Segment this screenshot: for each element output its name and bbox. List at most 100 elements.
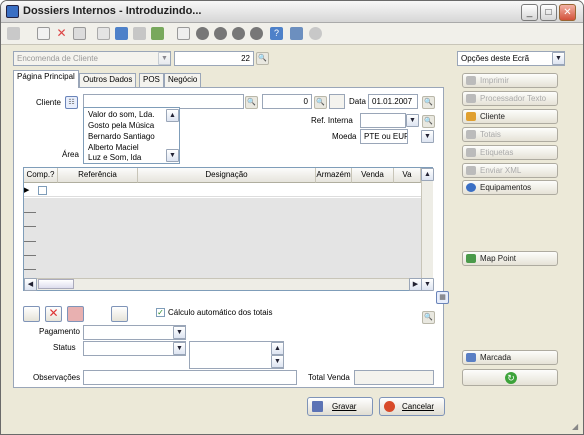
- ref-interna-field[interactable]: [360, 113, 406, 128]
- previous-record-icon[interactable]: [214, 27, 227, 40]
- toolbar: ✕ ?: [1, 23, 583, 45]
- client-number-field[interactable]: 0: [262, 94, 312, 109]
- column-header[interactable]: Designação: [138, 168, 316, 183]
- list-item[interactable]: Bernardo Santiago: [88, 132, 155, 142]
- search-icon[interactable]: 🔍: [422, 311, 435, 324]
- observacoes-field[interactable]: [83, 370, 297, 385]
- chevron-down-icon[interactable]: ▼: [421, 130, 434, 143]
- scroll-down-icon[interactable]: ▼: [421, 278, 434, 291]
- app-window: Dossiers Internos - Introduzindo... _ □ …: [0, 0, 584, 435]
- delete-icon[interactable]: ✕: [55, 27, 68, 40]
- copy-icon[interactable]: [73, 27, 86, 40]
- go-button[interactable]: ↻: [462, 369, 558, 386]
- preview-icon[interactable]: [177, 27, 190, 40]
- document-type-select[interactable]: Encomenda de Cliente: [13, 51, 171, 66]
- help-icon[interactable]: ?: [270, 27, 283, 40]
- scroll-down-icon[interactable]: ▼: [271, 355, 284, 368]
- add-line-icon[interactable]: [23, 306, 40, 322]
- client-list-icon[interactable]: ☷: [65, 96, 78, 109]
- close-button[interactable]: ✕: [559, 4, 576, 21]
- search-icon[interactable]: 🔍: [245, 96, 258, 109]
- new-document-icon[interactable]: [37, 27, 50, 40]
- processador-texto-button[interactable]: Processador Texto: [462, 91, 558, 106]
- list-item[interactable]: Gosto pela Música: [88, 121, 154, 131]
- marcada-button[interactable]: Marcada: [462, 350, 558, 365]
- database-icon[interactable]: [115, 27, 128, 40]
- refresh-icon[interactable]: [309, 27, 322, 40]
- copy-line-icon[interactable]: [111, 306, 128, 322]
- column-header[interactable]: Venda: [352, 168, 394, 183]
- screen-options-select[interactable]: Opções deste Ecrã: [457, 51, 565, 66]
- scroll-right-icon[interactable]: ▶: [409, 278, 422, 291]
- tools-icon[interactable]: [290, 27, 303, 40]
- scroll-up-icon[interactable]: ▲: [421, 168, 434, 181]
- document-number-field[interactable]: 22: [174, 51, 254, 66]
- list-item[interactable]: Valor do som, Lda.: [88, 110, 155, 120]
- first-record-icon[interactable]: [196, 27, 209, 40]
- tab-outros-dados[interactable]: Outros Dados: [79, 73, 137, 87]
- row-pointer-icon: ▶: [24, 187, 30, 194]
- empty-rows-area: [24, 198, 421, 278]
- imprimir-button[interactable]: Imprimir: [462, 73, 558, 88]
- tab-pos[interactable]: POS: [139, 73, 164, 87]
- client-extra-field[interactable]: [329, 94, 345, 109]
- tab-negocio[interactable]: Negócio: [164, 73, 202, 87]
- cliente-button[interactable]: Cliente: [462, 109, 558, 124]
- status-notes-field[interactable]: [189, 341, 284, 369]
- pagamento-select[interactable]: [83, 325, 186, 340]
- scroll-left-icon[interactable]: ◀: [24, 278, 37, 291]
- scroll-down-icon[interactable]: ▼: [166, 149, 179, 162]
- moeda-select[interactable]: PTE ou EURO: [360, 129, 408, 144]
- column-header[interactable]: Va: [394, 168, 421, 183]
- chevron-down-icon[interactable]: ▼: [552, 52, 565, 65]
- tab-pagina-principal[interactable]: Página Principal: [13, 70, 79, 88]
- chevron-down-icon[interactable]: ▼: [173, 326, 186, 339]
- table-row[interactable]: [24, 184, 421, 197]
- auto-calc-checkbox[interactable]: ✓: [156, 308, 165, 317]
- date-field[interactable]: 01.01.2007: [368, 94, 418, 109]
- grid-options-icon[interactable]: ▦: [436, 291, 449, 304]
- maximize-button[interactable]: □: [540, 4, 557, 21]
- cliente-button-label: Cliente: [480, 112, 505, 121]
- comp-checkbox[interactable]: [38, 186, 47, 195]
- scrollbar-thumb[interactable]: [38, 279, 74, 289]
- search-icon[interactable]: 🔍: [422, 115, 435, 128]
- next-record-icon[interactable]: [232, 27, 245, 40]
- map-point-button[interactable]: Map Point: [462, 251, 558, 266]
- vertical-scrollbar[interactable]: [421, 168, 433, 278]
- equipamentos-button[interactable]: Equipamentos: [462, 180, 558, 195]
- totais-button[interactable]: Totais: [462, 127, 558, 142]
- search-icon[interactable]: 🔍: [314, 96, 327, 109]
- resize-grip-icon[interactable]: ◢: [572, 422, 582, 432]
- scroll-up-icon[interactable]: ▲: [271, 342, 284, 355]
- etiquetas-label: Etiquetas: [480, 148, 514, 157]
- export-icon[interactable]: [151, 27, 164, 40]
- list-item[interactable]: Luz e Som, lda: [88, 153, 141, 163]
- eraser-icon[interactable]: [67, 306, 84, 322]
- last-record-icon[interactable]: [250, 27, 263, 40]
- horizontal-scrollbar[interactable]: [24, 278, 421, 290]
- client-dropdown-list[interactable]: Valor do som, Lda. Gosto pela Música Ber…: [83, 107, 180, 164]
- save-button[interactable]: Gravar: [307, 397, 373, 416]
- chevron-down-icon[interactable]: ▼: [173, 342, 186, 355]
- column-header[interactable]: Comp.?: [24, 168, 58, 183]
- column-header[interactable]: Referência: [58, 168, 138, 183]
- scroll-up-icon[interactable]: ▲: [166, 109, 179, 122]
- chevron-down-icon[interactable]: ▼: [406, 114, 419, 127]
- etiquetas-button[interactable]: Etiquetas: [462, 145, 558, 160]
- list-item[interactable]: Alberto Maciel: [88, 143, 139, 153]
- cancel-button[interactable]: Cancelar: [379, 397, 445, 416]
- table-icon[interactable]: [97, 27, 110, 40]
- totais-label: Totais: [480, 130, 501, 139]
- minimize-button[interactable]: _: [521, 4, 538, 21]
- nav-back-icon[interactable]: [7, 27, 20, 40]
- status-select[interactable]: [83, 341, 186, 356]
- calendar-icon[interactable]: 🔍: [422, 96, 435, 109]
- imprimir-label: Imprimir: [480, 76, 509, 85]
- chevron-down-icon[interactable]: ▼: [158, 52, 171, 65]
- search-icon[interactable]: 🔍: [256, 52, 269, 65]
- delete-line-icon[interactable]: ✕: [45, 306, 62, 322]
- enviar-xml-button[interactable]: Enviar XML: [462, 163, 558, 178]
- print-icon[interactable]: [133, 27, 146, 40]
- column-header[interactable]: Armazém: [316, 168, 352, 183]
